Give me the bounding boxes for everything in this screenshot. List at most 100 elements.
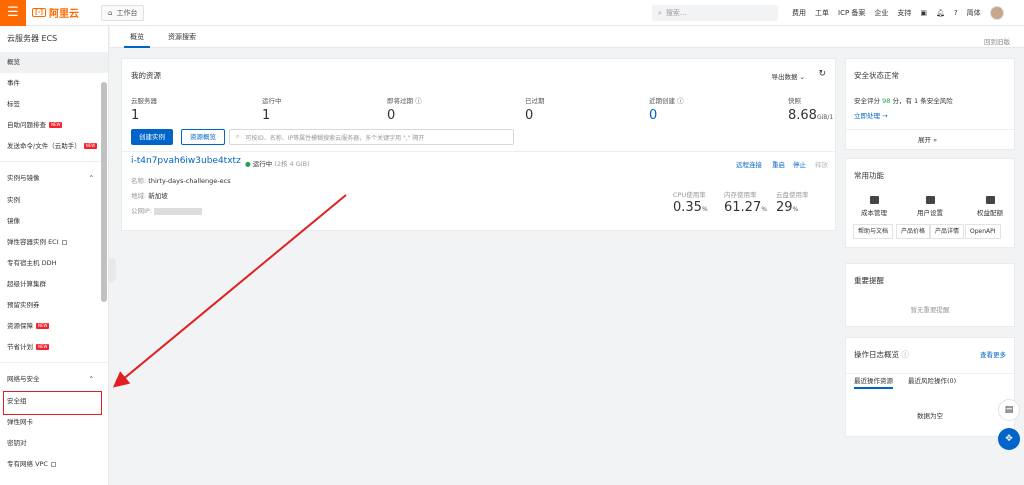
- external-link-icon: [61, 239, 67, 245]
- disk-usage-value: 29%: [776, 200, 799, 215]
- brand-logo[interactable]: [-] 阿里云: [32, 5, 79, 20]
- avatar[interactable]: [989, 6, 1004, 20]
- instance-public-ip: 公网IP:: [131, 205, 203, 215]
- recent-created-link[interactable]: 0: [649, 108, 657, 123]
- top-link-support[interactable]: 支持: [897, 8, 911, 18]
- chat-icon[interactable]: ▤: [998, 399, 1020, 421]
- workbench-button[interactable]: ⌂ 工作台: [101, 4, 145, 21]
- bell-icon[interactable]: 🔔︎: [936, 9, 945, 17]
- openapi-button[interactable]: OpenAPI: [965, 224, 1001, 239]
- quota-icon: [985, 196, 995, 204]
- sidebar-item-instances[interactable]: 实例: [0, 190, 108, 211]
- resource-overview-button[interactable]: 资源概览: [181, 129, 225, 145]
- hamburger-icon[interactable]: ☰: [0, 0, 26, 26]
- top-link-fees[interactable]: 费用: [792, 8, 806, 18]
- refresh-icon[interactable]: ↻: [818, 69, 826, 79]
- create-instance-button[interactable]: 创建实例: [131, 129, 173, 145]
- sidebar-item-events[interactable]: 事件: [0, 73, 108, 94]
- stat-value: 0: [387, 108, 396, 123]
- tab-overview[interactable]: 概览: [124, 26, 150, 48]
- product-details-button[interactable]: 产品详情: [930, 224, 965, 239]
- sidebar-item-keypair[interactable]: 密钥对: [0, 433, 108, 454]
- help-icon[interactable]: ?: [954, 9, 958, 17]
- operation-log-card: 操作日志概览 ⓘ 查看更多 最近操作资源 最近风险操作(0) 数据为空: [845, 337, 1015, 437]
- divider: [0, 161, 108, 162]
- stat-label: 快照: [788, 97, 801, 105]
- help-docs-button[interactable]: 帮助与文档: [853, 224, 894, 239]
- user-settings-button[interactable]: 用户设置: [910, 196, 950, 217]
- security-group-highlight-box: [3, 391, 102, 415]
- sidebar-item-eci[interactable]: 弹性容器实例 ECI: [0, 232, 108, 253]
- instance-name: 名称: thirty-days-challenge-ecs: [131, 177, 231, 185]
- cpu-usage-value: 0.35%: [673, 200, 708, 215]
- cost-management-button[interactable]: 成本管理: [854, 196, 894, 217]
- sidebar-group-instances[interactable]: 实例与镜像 ⌃: [0, 166, 108, 190]
- sidebar-item-overview[interactable]: 概览: [0, 52, 108, 73]
- redacted-ip: [154, 207, 203, 215]
- top-link-enterprise[interactable]: 企业: [874, 8, 888, 18]
- top-links: 费用 工单 ICP 备案 企业 支持 ▣ 🔔︎ ? 简体: [792, 0, 1004, 26]
- sidebar-scrollbar[interactable]: [101, 82, 107, 302]
- restart-link[interactable]: 重启: [772, 159, 785, 169]
- security-score: 安全评分 98 分，有 1 条安全风险: [854, 97, 953, 105]
- view-more-link[interactable]: 查看更多: [980, 349, 1006, 359]
- oplog-empty: 数据为空: [917, 412, 943, 420]
- disk-usage-label: 云盘使用率: [776, 191, 809, 199]
- divider: [0, 362, 108, 363]
- stat-label: 运行中: [262, 97, 282, 105]
- help-icon: ⓘ: [901, 350, 909, 359]
- sidebar-group-network[interactable]: 网络与安全 ⌃: [0, 367, 108, 391]
- stat-value: 1: [262, 108, 271, 123]
- sidebar-collapse-handle[interactable]: [109, 258, 116, 282]
- product-price-button[interactable]: 产品价格: [896, 224, 931, 239]
- memory-usage-label: 内存使用率: [724, 191, 757, 199]
- sidebar-item-eni[interactable]: 弹性网卡: [0, 412, 108, 433]
- stat-label: 已过期: [525, 97, 545, 105]
- sidebar-item-cloud-assistant[interactable]: 发送命令/文件（云助手） NEW: [0, 136, 108, 157]
- sidebar-item-reserved[interactable]: 预留实例券: [0, 295, 108, 316]
- sidebar-item-savings-plan[interactable]: 节省计划 NEW: [0, 337, 108, 358]
- sidebar-item-scc[interactable]: 超级计算集群: [0, 274, 108, 295]
- new-badge: NEW: [36, 344, 50, 350]
- common-functions-title: 常用功能: [854, 171, 884, 180]
- important-notice-card: 重要提醒 暂无重要提醒: [845, 263, 1015, 327]
- brand-name: 阿里云: [49, 9, 79, 20]
- handle-now-link[interactable]: 立即处理 →: [854, 110, 888, 120]
- sidebar-item-vpc[interactable]: 专有网络 VPC: [0, 454, 108, 475]
- remote-connect-link[interactable]: 远程连接: [736, 159, 762, 169]
- chevron-up-icon: ⌃: [88, 375, 94, 383]
- language-switch[interactable]: 简体: [967, 8, 981, 18]
- important-notice-title: 重要提醒: [854, 276, 884, 285]
- instance-region: 地域: 新加坡: [131, 192, 168, 200]
- instance-id-link[interactable]: i-t4n7pvah6iw3ube4txtz: [131, 156, 241, 166]
- export-data-button[interactable]: 导出数据 ⌄: [771, 71, 805, 81]
- operation-log-title: 操作日志概览 ⓘ: [854, 350, 909, 359]
- stat-label: 即将过期 ⓘ: [387, 97, 422, 105]
- sidebar-item-ddh[interactable]: 专有宿主机 DDH: [0, 253, 108, 274]
- my-resources-title: 我的资源: [131, 71, 161, 80]
- global-search-input[interactable]: ⌕ 搜索...: [652, 5, 778, 21]
- tab-resource-search[interactable]: 资源搜索: [168, 26, 196, 48]
- sidebar-item-images[interactable]: 镜像: [0, 211, 108, 232]
- user-icon: [925, 196, 935, 204]
- apps-grid-icon[interactable]: ✥: [998, 428, 1020, 450]
- tab-recent-resources[interactable]: 最近操作资源: [854, 375, 893, 389]
- stop-link[interactable]: 停止: [793, 159, 806, 169]
- top-link-tickets[interactable]: 工单: [815, 8, 829, 18]
- chevron-down-icon: ⌄: [799, 73, 805, 81]
- expand-button[interactable]: 展开 »: [918, 134, 937, 144]
- tab-risk-operations[interactable]: 最近风险操作(0): [908, 375, 956, 385]
- external-link-icon: [50, 461, 56, 467]
- sidebar: 云服务器 ECS 概览 事件 标签 自助问题排查 NEW 发送命令/文件（云助手）…: [0, 26, 109, 485]
- release-link[interactable]: 释放: [815, 159, 828, 169]
- sidebar-item-capacity[interactable]: 资源保障 NEW: [0, 316, 108, 337]
- terminal-icon[interactable]: ▣: [920, 9, 927, 17]
- back-to-old-version-link[interactable]: 回到旧版: [984, 36, 1010, 46]
- top-link-icp[interactable]: ICP 备案: [838, 8, 865, 18]
- resource-filter-input[interactable]: ⌕ 可按ID、名称、IP等属性模糊搜索云服务器，多个关键字用 "," 隔开: [229, 129, 514, 145]
- help-icon: ⓘ: [415, 97, 422, 105]
- sidebar-item-tags[interactable]: 标签: [0, 94, 108, 115]
- workbench-label: 工作台: [116, 8, 138, 17]
- sidebar-item-troubleshoot[interactable]: 自助问题排查 NEW: [0, 115, 108, 136]
- quota-button[interactable]: 权益配额: [970, 196, 1010, 217]
